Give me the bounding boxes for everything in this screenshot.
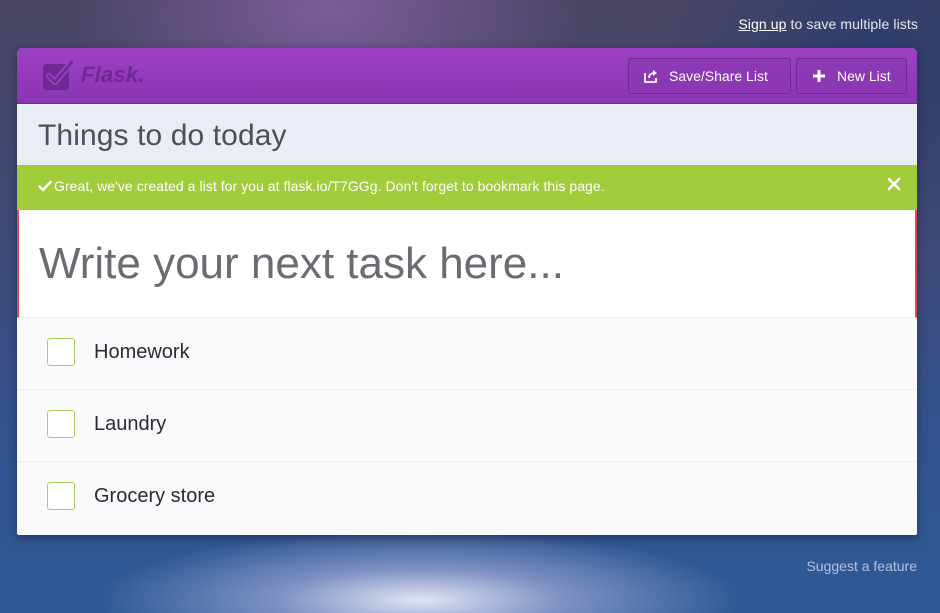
logo-text: Flask. [81, 62, 145, 87]
task-checkbox[interactable] [47, 410, 75, 438]
task-label[interactable]: Laundry [94, 413, 166, 436]
new-list-button[interactable]: New List [796, 58, 907, 94]
app-logo[interactable]: Flask. [41, 58, 145, 92]
new-list-label: New List [837, 68, 891, 84]
page-background: { "top_link": { "signup_label": "Sign up… [0, 0, 940, 613]
suggest-feature-link[interactable]: Suggest a feature [806, 558, 917, 574]
app-header: Flask. Save/Share List New List [17, 48, 917, 104]
task-checkbox[interactable] [47, 338, 75, 366]
task-item: Homework [17, 318, 917, 390]
checkbox-logo-icon [43, 59, 75, 90]
signup-prompt-text: to save multiple lists [790, 16, 918, 32]
alert-message: Great, we've created a list for you at f… [54, 178, 605, 194]
save-share-list-label: Save/Share List [669, 68, 768, 84]
task-checkbox[interactable] [47, 482, 75, 510]
task-label[interactable]: Grocery store [94, 485, 215, 508]
share-icon [644, 70, 657, 83]
list-title-bar: Things to do today [17, 104, 917, 165]
plus-icon [813, 70, 825, 82]
success-alert: Great, we've created a list for you at f… [17, 165, 917, 210]
task-item: Laundry [17, 390, 917, 462]
list-title[interactable]: Things to do today [38, 119, 287, 153]
list-card: Flask. Save/Share List New List Things t… [17, 48, 917, 535]
task-item: Grocery store [17, 462, 917, 534]
task-list: Homework Laundry Grocery store [17, 318, 917, 534]
check-icon [38, 180, 52, 192]
signup-link[interactable]: Sign up [738, 16, 786, 32]
close-icon[interactable] [887, 177, 901, 191]
new-task-input[interactable] [17, 210, 917, 318]
save-share-list-button[interactable]: Save/Share List [628, 58, 791, 94]
signup-prompt: Sign up to save multiple lists [738, 16, 918, 32]
task-label[interactable]: Homework [94, 341, 190, 364]
